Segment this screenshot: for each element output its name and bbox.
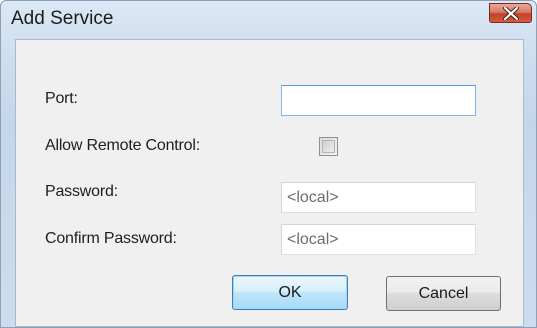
close-icon: [503, 7, 519, 20]
password-field[interactable]: [281, 182, 476, 213]
cancel-button[interactable]: Cancel: [386, 276, 501, 311]
add-service-dialog: Add Service Port: Allow Remote Control: …: [0, 0, 537, 328]
dialog-title: Add Service: [11, 8, 114, 29]
password-label: Password:: [45, 183, 118, 200]
title-bar[interactable]: Add Service: [1, 1, 536, 39]
port-label: Port:: [45, 90, 78, 107]
confirm-password-field[interactable]: [281, 224, 476, 255]
allow-remote-control-checkbox[interactable]: [319, 137, 338, 156]
dialog-content: Port: Allow Remote Control: Password: Co…: [15, 39, 524, 327]
allow-remote-control-label: Allow Remote Control:: [45, 137, 200, 154]
port-input[interactable]: [281, 85, 476, 116]
confirm-password-label: Confirm Password:: [45, 230, 177, 247]
ok-button[interactable]: OK: [232, 275, 348, 310]
close-button[interactable]: [489, 3, 532, 23]
